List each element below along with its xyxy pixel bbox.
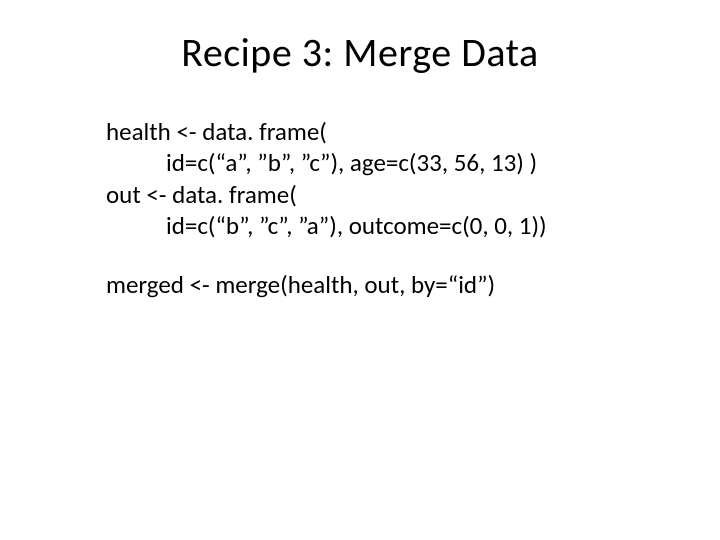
code-block: health <- data. frame( id=c(“a”, ”b”, ”c… xyxy=(106,116,660,300)
code-line: health <- data. frame( xyxy=(106,116,660,147)
page-title: Recipe 3: Merge Data xyxy=(0,28,720,77)
code-line: merged <- merge(health, out, by=“id”) xyxy=(106,269,660,300)
slide: Recipe 3: Merge Data health <- data. fra… xyxy=(0,0,720,540)
code-line: id=c(“a”, ”b”, ”c”), age=c(33, 56, 13) ) xyxy=(106,147,660,178)
code-line: out <- data. frame( xyxy=(106,179,660,210)
spacer xyxy=(106,241,660,269)
code-line: id=c(“b”, ”c”, ”a”), outcome=c(0, 0, 1)) xyxy=(106,210,660,241)
